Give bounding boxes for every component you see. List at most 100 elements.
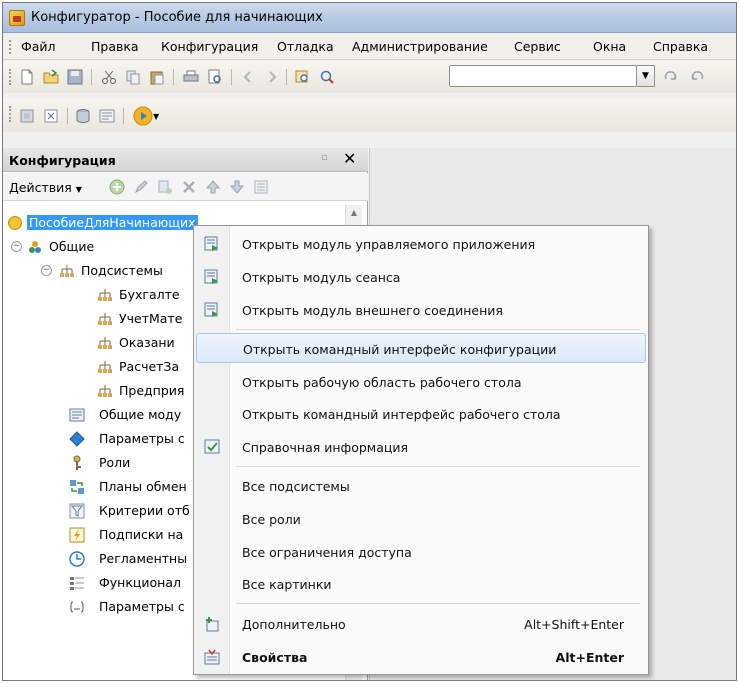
menu-edit[interactable]: Правка [91,39,139,54]
open-button[interactable] [41,67,61,87]
actions-menu-button[interactable]: Действия ▼ [9,180,82,195]
separator [67,108,68,124]
move-down-icon[interactable] [229,179,245,195]
search-button[interactable] [317,67,337,87]
database-button[interactable] [17,106,37,126]
additional-icon [206,617,219,632]
menu-item-label: Дополнительно [242,617,346,632]
panel-toolbar: Действия ▼ [3,173,368,201]
menu-separator [236,603,640,604]
menu-all-roles[interactable]: Все роли [196,504,646,534]
pin-icon[interactable]: ▫ [321,152,328,163]
tree-item-label: Параметры с [99,599,185,614]
search-next-button[interactable] [661,67,681,87]
menu-administration[interactable]: Администрирование [352,39,488,54]
menu-service[interactable]: Сервис [514,39,561,54]
module-button[interactable] [97,106,117,126]
new-document-icon [21,69,33,85]
forward-button[interactable] [261,67,281,87]
window-title: Конфигуратор - Пособие для начинающих [31,10,323,25]
title-bar: Конфигуратор - Пособие для начинающих [3,3,736,33]
config-compare-icon [44,109,58,123]
search-input[interactable] [449,65,637,87]
dropdown-icon: ▼ [642,71,649,81]
menu-additional[interactable]: Дополнительно Alt+Shift+Enter [196,609,646,639]
forward-arrow-icon [269,71,277,83]
menu-open-managed-app-module[interactable]: Открыть модуль управляемого приложения [196,229,646,259]
separator [286,69,287,85]
params-icon [70,601,84,613]
tree-item-label: Параметры с [99,431,185,446]
menu-item-label: Открыть модуль сеанса [242,270,401,285]
menu-properties[interactable]: Свойства Alt+Enter [196,642,646,672]
subsystem-icon [98,361,112,373]
menu-help-info[interactable]: Справочная информация [196,432,646,462]
search-prev-button[interactable] [687,67,707,87]
menu-separator [236,466,640,467]
separator [231,69,232,85]
grip-icon [9,69,12,85]
tree-item-label: УчетМате [119,311,183,326]
find-in-tree-button[interactable] [293,67,313,87]
add-icon[interactable] [109,179,125,195]
menu-item-label: Все подсистемы [242,479,350,494]
subsystem-icon [98,337,112,349]
copy-button[interactable] [123,67,143,87]
menu-item-label: Открыть рабочую область рабочего стола [242,375,522,390]
paste-button[interactable] [147,67,167,87]
print-preview-button[interactable] [205,67,225,87]
menu-help[interactable]: Справка [653,39,708,54]
menu-configuration[interactable]: Конфигурация [161,39,258,54]
collapse-icon[interactable]: − [11,241,22,252]
save-button[interactable] [65,67,85,87]
print-button[interactable] [181,67,201,87]
run-debug-button[interactable]: ▼ [131,104,161,126]
db-update-icon [76,109,90,124]
menu-open-desktop-command-interface[interactable]: Открыть командный интерфейс рабочего сто… [196,399,646,429]
menu-open-config-command-interface[interactable]: Открыть командный интерфейс конфигурации [196,333,646,363]
new-document-button[interactable] [17,67,37,87]
scroll-up-icon[interactable]: ▲ [346,205,362,221]
menu-windows[interactable]: Окна [593,39,626,54]
edit-icon[interactable] [133,179,149,195]
copy-item-icon[interactable] [157,179,173,195]
collapse-icon[interactable]: − [41,265,52,276]
panel-header: Конфигурация ▫ ✕ [3,148,368,172]
back-button[interactable] [239,67,259,87]
menu-open-session-module[interactable]: Открыть модуль сеанса [196,262,646,292]
separator [173,69,174,85]
help-info-icon [204,439,220,454]
menu-debug[interactable]: Отладка [277,39,334,54]
menu-file[interactable]: Файл [21,39,56,54]
delete-icon[interactable] [181,179,197,195]
search-dropdown-button[interactable]: ▼ [637,65,655,87]
menu-item-label: Все ограничения доступа [242,545,412,560]
tree-item-label: Подписки на [99,527,184,542]
print-icon [183,70,199,82]
move-up-icon[interactable] [205,179,221,195]
menu-open-desktop-work-area[interactable]: Открыть рабочую область рабочего стола [196,367,646,397]
close-icon[interactable]: ✕ [343,149,356,168]
menu-item-label: Открыть модуль управляемого приложения [242,237,536,252]
secondary-toolbar: ▼ [3,98,736,132]
chevron-down-icon: ▼ [153,112,160,121]
config-compare-button[interactable] [41,106,61,126]
menu-all-pictures[interactable]: Все картинки [196,569,646,599]
menu-all-access-restrictions[interactable]: Все ограничения доступа [196,537,646,567]
tree-item-label: Подсистемы [81,263,163,278]
menu-open-external-connection-module[interactable]: Открыть модуль внешнего соединения [196,295,646,325]
back-arrow-icon [243,71,251,83]
common-icon [29,241,41,253]
subsystem-icon [98,385,112,397]
menu-item-label: Открыть командный интерфейс рабочего сто… [242,407,561,422]
tree-item-label: Планы обмен [99,479,187,494]
print-preview-icon [208,69,221,84]
list-view-icon[interactable] [253,179,269,195]
menu-item-label: Открыть командный интерфейс конфигурации [243,342,557,357]
paste-icon [150,71,164,85]
db-update-button[interactable] [73,106,93,126]
separator [91,69,92,85]
cut-button[interactable] [99,67,119,87]
scheduled-jobs-icon [69,551,85,567]
menu-all-subsystems[interactable]: Все подсистемы [196,471,646,501]
